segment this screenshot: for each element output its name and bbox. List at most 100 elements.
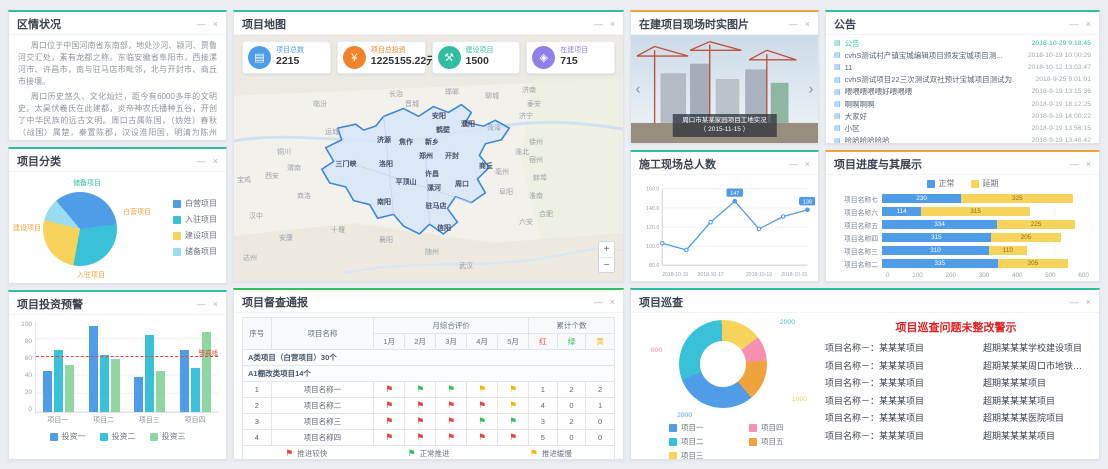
minimize-icon[interactable]: — (1070, 298, 1079, 307)
district-paragraph: 周口位于中国河南省东南部，地处沙河、颍河、贾鲁河交汇处，素有龙都之称。东临安徽省… (18, 40, 217, 88)
minimize-icon[interactable]: — (594, 20, 603, 29)
close-icon[interactable]: × (213, 300, 218, 309)
donut-callout: 1000 (792, 396, 807, 403)
minimize-icon[interactable]: — (197, 157, 206, 166)
cell-month-rating: ⚑ (467, 382, 498, 398)
minimize-icon[interactable]: — (789, 160, 798, 169)
inspection-project: 项目名称－：某某某项目 (825, 410, 983, 428)
minimize-icon[interactable]: — (197, 300, 206, 309)
panel-investment-warning: 项目投资预警 — × 100806040200 警戒线 项目一项目二项目三项目四… (8, 290, 227, 460)
flag-icon: ⚑ (416, 400, 424, 410)
close-icon[interactable]: × (1086, 160, 1091, 169)
invest-x-axis: 项目一项目二项目三项目四 (35, 413, 218, 425)
announcement-date: 2018-10-19 10:00:29 (1028, 52, 1091, 59)
close-icon[interactable]: × (610, 20, 615, 29)
column-header: 4月 (467, 334, 498, 350)
announcement-item[interactable]: ▤啊啊啊啊2018-9-19 18:12:25 (834, 98, 1091, 110)
panel-title: 施工现场总人数 (639, 156, 716, 172)
inspection-project-name: 某某某项目 (879, 413, 924, 423)
group-row: A类项目（白营项目）30个 (243, 350, 615, 366)
announcement-date: 2018-9-19 13:15:36 (1032, 88, 1091, 95)
flag-icon: ⚑ (416, 416, 424, 426)
progress-row-label: 项目名称七 (836, 194, 882, 204)
classification-legend: 白营项目入驻项目建设项目储备项目 (173, 198, 220, 257)
carousel-next-icon[interactable]: › (805, 82, 817, 97)
cell-month-rating: ⚑ (467, 414, 498, 430)
inspection-issue: 超期某某某医院项目 (983, 410, 1087, 428)
announcement-item[interactable]: ▤喂喂喂喂喂好喂喂喂2018-9-19 13:15:36 (834, 86, 1091, 98)
panel-project-classification: 项目分类 — × 储备项目 白营项目 入驻项目 建设项目 白营项目入驻项目建设项… (8, 147, 227, 284)
close-icon[interactable]: × (805, 160, 810, 169)
stat-card-total-projects: ▤ 项目总数2215 (242, 41, 331, 74)
minimize-icon[interactable]: — (1070, 160, 1079, 169)
svg-text:100.0: 100.0 (646, 244, 659, 250)
table-row: 2项目名称二⚑⚑⚑⚑⚑401 (243, 398, 615, 414)
inspection-issue: 超期某某某学校建设项目 (983, 340, 1087, 358)
y-tick-label: 40 (17, 372, 32, 379)
minimize-icon[interactable]: — (789, 20, 798, 29)
close-icon[interactable]: × (213, 20, 218, 29)
legend-label: 入驻项目 (185, 214, 217, 225)
legend-swatch-icon (50, 433, 58, 441)
close-icon[interactable]: × (213, 157, 218, 166)
panel-district-status: 区情状况 — × 周口位于中国河南省东南部，地处沙河、颍河、贾鲁河交汇处，素有龙… (8, 10, 227, 141)
minimize-icon[interactable]: — (197, 20, 206, 29)
panel-announcements: 公告 — × ▤公告2018-10-29 9:18:45▤cvhS测试村产镇宝城… (825, 10, 1100, 144)
stat-label: 项目总数 (276, 47, 304, 55)
close-icon[interactable]: × (1086, 298, 1091, 307)
announcement-item[interactable]: ▤小区2018-9-19 13:56:15 (834, 122, 1091, 134)
flag-icon: ⚑ (447, 416, 455, 426)
inspection-row: 项目名称－：某某某项目超期某某某某项目 (825, 393, 1087, 411)
panel-header: 项目分类 — × (9, 149, 226, 172)
group-label: A1棚改类项目14个 (243, 366, 615, 382)
cell-seq: 2 (243, 398, 272, 414)
carousel-prev-icon[interactable]: ‹ (632, 82, 644, 97)
announcement-item[interactable]: ▤cvhS测试村产镇宝城编辑项目颁发宝城项目测...2018-10-19 10:… (834, 49, 1091, 61)
y-tick-label: 80 (17, 338, 32, 345)
inspection-donut[interactable] (679, 320, 767, 408)
table-header-row: 序号项目名称月综合评价累计个数 (243, 318, 615, 334)
district-paragraph: 周口历史悠久、文化灿烂，距今有6000多年的文明史。太昊伏羲氏在此建都，炎帝神农… (18, 91, 217, 140)
cell-month-rating: ⚑ (405, 382, 436, 398)
inspection-project-name: 某某某项目 (879, 361, 924, 371)
bar (111, 359, 120, 412)
announcement-text: 啊啊啊啊 (845, 99, 1028, 110)
inspection-label: 项目名称－： (825, 361, 879, 371)
zoom-in-button[interactable]: + (599, 242, 614, 257)
announcement-item[interactable]: ▤cvhS测试项目22三次测试双社预计宝城项目测试为.2018-9-25 9:0… (834, 74, 1091, 86)
minimize-icon[interactable]: — (594, 298, 603, 307)
announcement-date: 2018-10-29 9:18:45 (1032, 40, 1091, 47)
close-icon[interactable]: × (805, 20, 810, 29)
progress-track: 310110 (882, 246, 1089, 255)
cell-month-rating: ⚑ (405, 398, 436, 414)
legend-swatch-icon (669, 424, 677, 432)
column-header: 5月 (498, 334, 529, 350)
legend-label: 白营项目 (185, 198, 217, 209)
inspection-issue: 超期某某某项目 (983, 375, 1087, 393)
warning-threshold-line: 警戒线 (36, 356, 218, 357)
flag-icon: ⚑ (509, 416, 517, 426)
cell-count: 0 (557, 430, 586, 446)
legend-label: 正常 (939, 178, 955, 189)
announcement-item[interactable]: ▤哈哈哈哈哈哈2018-9-19 13:46:42 (834, 135, 1091, 144)
close-icon[interactable]: × (1086, 20, 1091, 29)
announcement-item[interactable]: ▤公告2018-10-29 9:18:45 (834, 37, 1091, 49)
cell-month-rating: ⚑ (374, 414, 405, 430)
flag-icon: ⚑ (407, 449, 415, 458)
minimize-icon[interactable]: — (1070, 20, 1079, 29)
announcement-item[interactable]: ▤112018-10-12 13:03:47 (834, 61, 1091, 73)
legend-item: 延期 (971, 178, 999, 189)
cell-count: 0 (586, 430, 615, 446)
cell-month-rating: ⚑ (374, 398, 405, 414)
close-icon[interactable]: × (610, 298, 615, 307)
panel-header: 施工现场总人数 — × (631, 152, 818, 175)
zoom-out-button[interactable]: − (599, 257, 614, 272)
progress-segment-normal: 335 (882, 259, 998, 268)
inspection-project: 项目名称－：某某某项目 (825, 340, 983, 358)
legend-item: 投资二 (100, 431, 136, 442)
announcement-text: 喂喂喂喂喂好喂喂喂 (845, 86, 1028, 97)
legend-item: ⚑推进较快 (285, 448, 327, 459)
announcement-item[interactable]: ▤大家好2018-9-19 14:00:22 (834, 110, 1091, 122)
svg-text:2018-10-17: 2018-10-17 (698, 272, 724, 278)
classification-pie[interactable] (43, 192, 117, 266)
